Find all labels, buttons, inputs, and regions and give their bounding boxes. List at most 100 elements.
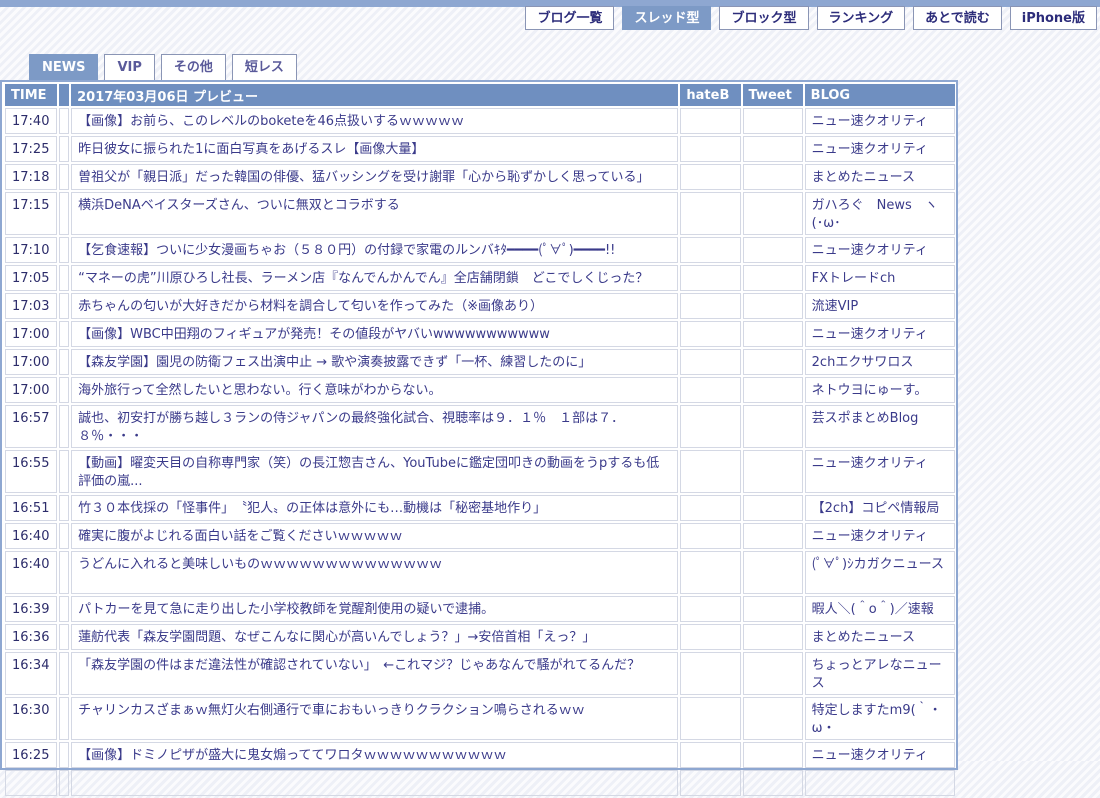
row-tweet[interactable] — [742, 192, 803, 235]
row-hateb[interactable] — [680, 596, 741, 622]
row-hateb[interactable] — [680, 321, 741, 347]
thread-title-link[interactable]: チャリンカスざまぁｗ無灯火右側通行で車におもいっきりクラクション鳴らされるｗｗ — [78, 703, 585, 718]
row-tweet[interactable] — [742, 770, 803, 796]
thread-title-link[interactable]: 【森友学園】園児の防衛フェス出演中止 → 歌や演奏披露できず「一杯、練習したのに… — [78, 355, 591, 370]
thread-title-link[interactable]: 【動画】曜変天目の自称専門家（笑）の長江惣吉さん、YouTubeに鑑定団叩きの動… — [78, 456, 659, 489]
row-hateb[interactable] — [680, 349, 741, 375]
blog-name-link[interactable]: ニュー速クオリティ — [812, 243, 928, 258]
row-marker — [59, 293, 70, 319]
blog-name-link[interactable]: (ﾟ∀ﾟ)ｼカガクニュース — [812, 557, 944, 572]
row-time: 17:00 — [5, 377, 58, 403]
blog-name-link[interactable]: ニュー速クオリティ — [812, 114, 928, 129]
thread-title-link[interactable]: 【画像】WBC中田翔のフィギュアが発売！その値段がヤバいwwwwwwwwwww — [78, 327, 550, 342]
thread-title-link[interactable]: 蓮舫代表「森友学園問題、なぜこんなに関心が高いんでしょう？」→安倍首相「えっ？」 — [78, 630, 595, 645]
row-hateb[interactable] — [680, 164, 741, 190]
thread-title-link[interactable]: 確実に腹がよじれる面白い話をご覧くださいｗｗｗｗｗ — [78, 529, 402, 544]
top-nav-item[interactable]: スレッド型 — [622, 6, 712, 30]
row-tweet[interactable] — [742, 349, 803, 375]
row-hateb[interactable] — [680, 136, 741, 162]
category-tab[interactable]: VIP — [104, 54, 155, 81]
row-tweet[interactable] — [742, 551, 803, 594]
thread-title-link[interactable]: 【乞食速報】ついに少女漫画ちゃお（５８０円）の付録で家電のルンバｷﾀ━━━━(ﾟ… — [78, 243, 615, 258]
blog-name-link[interactable]: ネトウヨにゅーす。 — [812, 383, 928, 398]
row-hateb[interactable] — [680, 523, 741, 549]
row-tweet[interactable] — [742, 495, 803, 521]
row-tweet[interactable] — [742, 523, 803, 549]
blog-name-link[interactable]: 2chエクサワロス — [812, 355, 914, 370]
row-tweet[interactable] — [742, 321, 803, 347]
category-tab[interactable]: その他 — [160, 54, 226, 81]
row-tweet[interactable] — [742, 697, 803, 740]
blog-name-link[interactable]: ガハろぐ News ヽ(･ω･ — [812, 198, 938, 231]
thread-title-link[interactable]: 【画像】お前ら、このレベルのboketeを46点扱いするｗｗｗｗｗ — [78, 114, 464, 129]
row-hateb[interactable] — [680, 377, 741, 403]
thread-title-link[interactable]: 昨日彼女に振られた1に面白写真をあげるスレ【画像大量】 — [78, 142, 424, 157]
blog-name-link[interactable]: 特定しますたm9(｀・ω・ — [812, 703, 942, 736]
row-tweet[interactable] — [742, 164, 803, 190]
category-tab[interactable]: 短レス — [231, 54, 297, 81]
thread-title-link[interactable]: 曽祖父が「親日派」だった韓国の俳優、猛バッシングを受け謝罪「心から恥ずかしく思っ… — [78, 170, 649, 185]
row-hateb[interactable] — [680, 108, 741, 134]
blog-name-link[interactable]: FXトレードch — [812, 271, 896, 286]
blog-name-link[interactable]: ニュー速クオリティ — [812, 456, 928, 471]
blog-name-link[interactable]: 【2ch】コピペ情報局 — [812, 501, 940, 516]
blog-name-link[interactable]: ニュー速クオリティ — [812, 142, 928, 157]
table-row: 16:55 【動画】曜変天目の自称専門家（笑）の長江惣吉さん、YouTubeに鑑定… — [5, 450, 955, 493]
table-row: 16:30 チャリンカスざまぁｗ無灯火右側通行で車におもいっきりクラクション鳴らさ… — [5, 697, 955, 740]
category-tab[interactable]: NEWS — [29, 54, 99, 81]
row-blog-cell: 流速VIP — [804, 293, 955, 319]
row-hateb[interactable] — [680, 624, 741, 650]
row-hateb[interactable] — [680, 551, 741, 594]
row-tweet[interactable] — [742, 596, 803, 622]
top-nav-item[interactable]: ブログ一覧 — [525, 6, 615, 30]
row-hateb[interactable] — [680, 652, 741, 695]
thread-title-link[interactable]: 海外旅行って全然したいと思わない。行く意味がわからない。 — [78, 383, 441, 398]
blog-name-link[interactable]: ニュー速クオリティ — [812, 327, 928, 342]
blog-name-link[interactable]: ちょっとアレなニュース — [812, 658, 942, 691]
row-tweet[interactable] — [742, 405, 803, 448]
row-hateb[interactable] — [680, 237, 741, 263]
row-tweet[interactable] — [742, 377, 803, 403]
thread-title-link[interactable]: うどんに入れると美味しいものｗｗｗｗｗｗｗｗｗｗｗｗｗｗ — [78, 557, 442, 572]
row-title-cell: 【森友学園】園児の防衛フェス出演中止 → 歌や演奏披露できず「一杯、練習したのに… — [71, 349, 679, 375]
row-tweet[interactable] — [742, 450, 803, 493]
blog-name-link[interactable]: 芸スポまとめBlog — [812, 411, 919, 426]
row-tweet[interactable] — [742, 652, 803, 695]
blog-name-link[interactable]: まとめたニュース — [812, 630, 915, 645]
row-hateb[interactable] — [680, 495, 741, 521]
thread-title-link[interactable]: “マネーの虎”川原ひろし社長、ラーメン店『なんでんかんでん』全店舗閉鎖 どこでし… — [78, 271, 648, 286]
thread-title-link[interactable]: 誠也、初安打が勝ち越し３ランの侍ジャパンの最終強化試合、視聴率は９．１％ １部は… — [78, 411, 624, 444]
row-tweet[interactable] — [742, 293, 803, 319]
row-hateb[interactable] — [680, 770, 741, 796]
row-tweet[interactable] — [742, 624, 803, 650]
thread-title-link[interactable]: 赤ちゃんの匂いが大好きだから材料を調合して匂いを作ってみた（※画像あり） — [78, 299, 543, 314]
thread-title-link[interactable]: 横浜DeNAベイスターズさん、ついに無双とコラボする — [78, 198, 400, 213]
blog-name-link[interactable]: 暇人＼(＾o＾)／速報 — [812, 602, 934, 617]
thread-title-link[interactable]: パトカーを見て急に走り出した小学校教師を覚醒剤使用の疑いで逮捕。 — [78, 602, 494, 617]
row-tweet[interactable] — [742, 136, 803, 162]
top-nav-item[interactable]: ブロック型 — [719, 6, 809, 30]
top-nav-item[interactable]: ランキング — [816, 6, 906, 30]
row-hateb[interactable] — [680, 265, 741, 291]
row-tweet[interactable] — [742, 742, 803, 768]
top-nav-item[interactable]: iPhone版 — [1009, 6, 1097, 30]
blog-name-link[interactable]: ニュー速クオリティ — [812, 529, 928, 544]
row-hateb[interactable] — [680, 405, 741, 448]
row-blog-cell: ちょっとアレなニュース — [804, 652, 955, 695]
row-hateb[interactable] — [680, 293, 741, 319]
row-hateb[interactable] — [680, 192, 741, 235]
row-marker — [59, 624, 70, 650]
thread-title-link[interactable]: 「森友学園の件はまだ違法性が確認されていない」 ←これマジ？じゃあなんで騒がれて… — [78, 658, 640, 673]
thread-title-link[interactable]: 竹３０本伐採の「怪事件」 〝犯人〟の正体は意外にも…動機は「秘密基地作り」 — [78, 501, 546, 516]
row-hateb[interactable] — [680, 450, 741, 493]
row-tweet[interactable] — [742, 108, 803, 134]
row-tweet[interactable] — [742, 237, 803, 263]
row-marker — [59, 450, 70, 493]
blog-name-link[interactable]: まとめたニュース — [812, 170, 915, 185]
top-nav-item[interactable]: あとで読む — [913, 6, 1002, 30]
row-hateb[interactable] — [680, 697, 741, 740]
row-tweet[interactable] — [742, 265, 803, 291]
blog-name-link[interactable]: 流速VIP — [812, 299, 859, 314]
row-hateb[interactable] — [680, 742, 741, 768]
table-row: 16:40 うどんに入れると美味しいものｗｗｗｗｗｗｗｗｗｗｗｗｗｗ (ﾟ∀ﾟ)ｼカ… — [5, 551, 955, 594]
